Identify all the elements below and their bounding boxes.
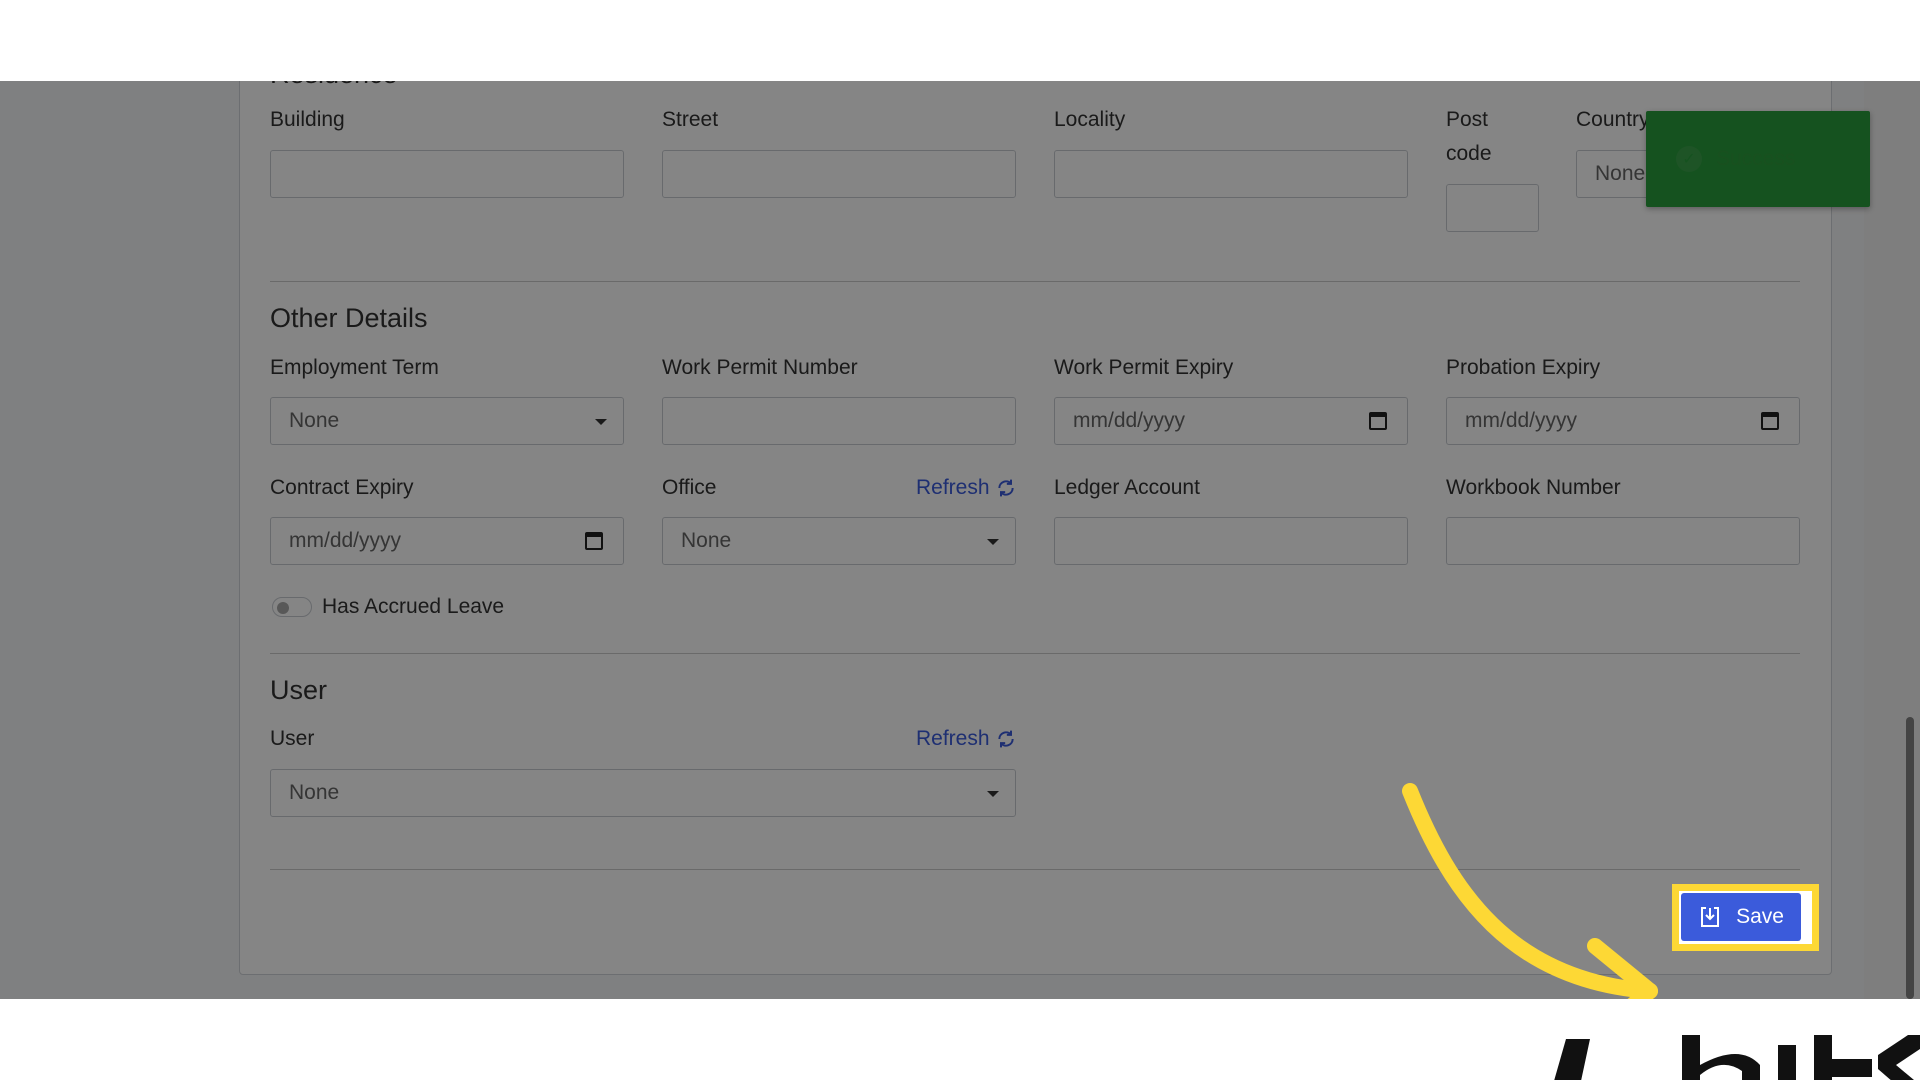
bottom-frame <box>0 999 1920 1080</box>
scrollbar-thumb[interactable] <box>1906 717 1914 999</box>
top-frame <box>0 0 1920 81</box>
pointer-arrow-icon <box>1402 783 1658 999</box>
brand-logo-icon <box>1554 1035 1920 1080</box>
save-button-label: Save <box>1736 905 1784 928</box>
save-icon <box>1701 907 1720 927</box>
save-button[interactable]: Save <box>1681 893 1801 941</box>
app-viewport: Residence Building Street Locality Post … <box>0 81 1920 999</box>
